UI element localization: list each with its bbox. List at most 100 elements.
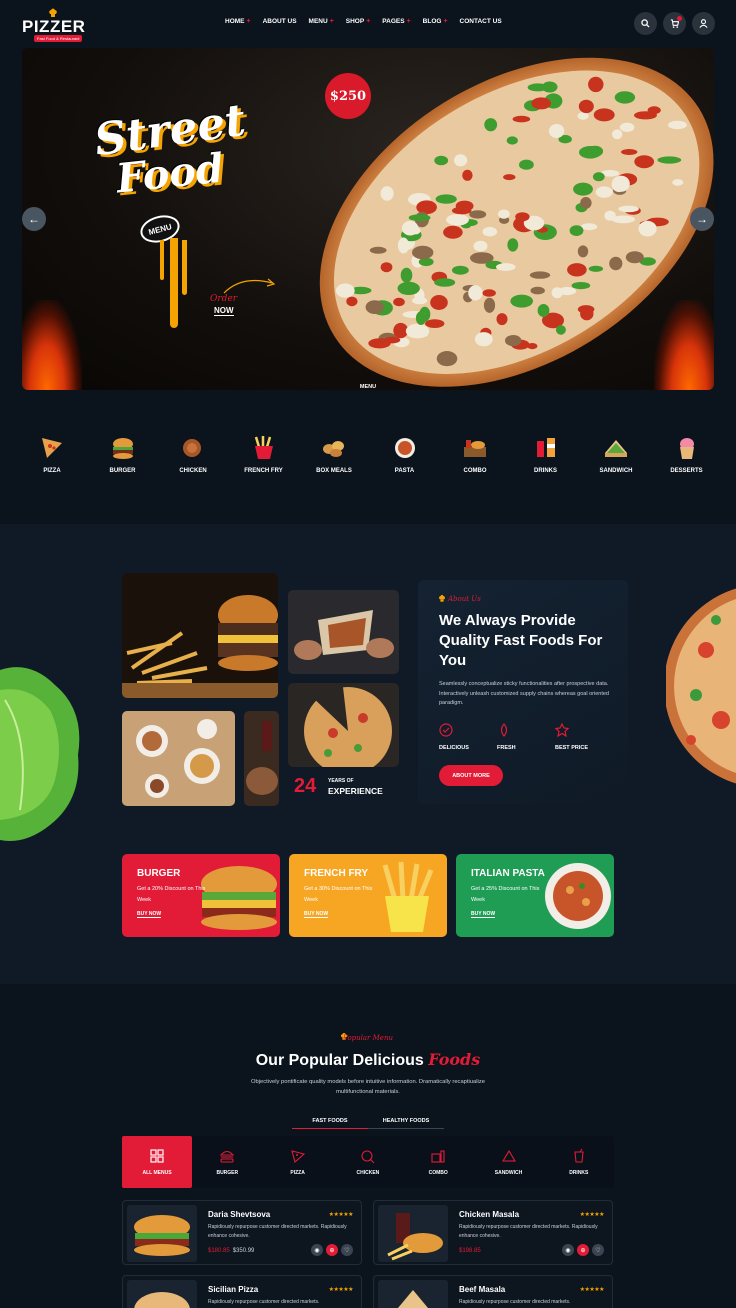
topping [541, 81, 558, 93]
dish-name[interactable]: Chicken Masala [459, 1210, 519, 1219]
menu-title: Our Popular Delicious Foods [0, 1050, 736, 1070]
site-header: PIZZER Fast Food & Restaurant HOME + ABOU… [0, 0, 736, 48]
topping [443, 225, 463, 239]
topping [672, 179, 684, 186]
topping [519, 159, 534, 170]
hero-prev-button[interactable]: ← [22, 207, 46, 231]
menu-tab-sandwich[interactable]: SANDWICH [474, 1136, 544, 1188]
about-more-button[interactable]: ABOUT MORE [439, 765, 503, 786]
logo[interactable]: PIZZER Fast Food & Restaurant [22, 8, 85, 42]
category-label: DESSERTS [670, 468, 703, 474]
add-to-cart-button[interactable]: ⊕ [326, 1244, 338, 1256]
arrow-left-icon: ← [28, 212, 40, 226]
category-burger[interactable]: BURGER [93, 435, 153, 474]
topping [668, 120, 687, 130]
fresh-icon [500, 723, 508, 737]
menu-tab-pizza[interactable]: PIZZA [263, 1136, 333, 1188]
about-kicker: About Us [448, 595, 481, 603]
promo-pasta-image [545, 863, 611, 929]
menu-tab-chicken[interactable]: CHICKEN [333, 1136, 403, 1188]
topping [335, 283, 355, 298]
nav-contact-us[interactable]: CONTACT US [460, 18, 502, 25]
category-combo[interactable]: COMBO [445, 435, 505, 474]
search-button[interactable] [634, 12, 657, 35]
topping [506, 136, 518, 145]
star-rating: ★★★★★ [328, 1212, 354, 1218]
hero-caption: MENU [359, 384, 377, 390]
topping [496, 263, 516, 271]
paint-drip [182, 240, 187, 295]
menu-tab-burger[interactable]: BURGER [192, 1136, 262, 1188]
photo-burger-fries [122, 573, 278, 698]
topping [468, 285, 483, 301]
nav-shop[interactable]: SHOP + [346, 18, 371, 25]
wishlist-button[interactable]: ♡ [592, 1244, 604, 1256]
topping [482, 289, 496, 297]
dish-name[interactable]: Sicilian Pizza [208, 1285, 258, 1294]
nav-pages[interactable]: PAGES + [382, 18, 410, 25]
menu-item-card[interactable]: Sicilian Pizza ★★★★★ Rapidiously repurpose… [122, 1275, 362, 1308]
menu-tab-label: CHICKEN [356, 1170, 380, 1176]
photo-wrap [288, 590, 399, 674]
promo-card-burger[interactable]: BURGER Get a 20% Discount on This Week B… [122, 854, 280, 937]
menu-tab-combo[interactable]: COMBO [403, 1136, 473, 1188]
category-pizza[interactable]: PIZZA [22, 435, 82, 474]
topping [638, 220, 657, 237]
table-spread-image [122, 711, 235, 806]
add-to-cart-button[interactable]: ⊕ [577, 1244, 589, 1256]
category-strip: PIZZA BURGER CHICKEN FRENCH FRY BOX MEALS PAS… [26, 435, 716, 485]
nav-home[interactable]: HOME + [225, 18, 251, 25]
dish-name[interactable]: Beef Masala [459, 1285, 505, 1294]
nav-menu[interactable]: MENU + [309, 18, 334, 25]
nav-about-us[interactable]: ABOUT US [263, 18, 297, 25]
category-box-meals[interactable]: BOX MEALS [304, 435, 364, 474]
tab-fast-foods[interactable]: FAST FOODS [292, 1118, 368, 1129]
buy-now-link[interactable]: BUY NOW [137, 911, 162, 918]
account-button[interactable] [692, 12, 715, 35]
promo-card-french-fry[interactable]: FRENCH FRY Get a 30% Discount on This We… [289, 854, 447, 937]
dish-name[interactable]: Daria Shevtsova [208, 1210, 270, 1219]
category-drinks[interactable]: DRINKS [516, 435, 576, 474]
pizza-icon [38, 435, 66, 461]
menu-tab-all-menus[interactable]: ALL MENUS [122, 1136, 192, 1188]
category-chicken[interactable]: CHICKEN [163, 435, 223, 474]
wishlist-button[interactable]: ♡ [341, 1244, 353, 1256]
dish-price: $180.85 $350.99 [208, 1248, 254, 1254]
category-pasta[interactable]: PASTA [375, 435, 435, 474]
topping [412, 245, 434, 260]
category-label: BOX MEALS [316, 468, 352, 474]
menu-tab-label: BURGER [216, 1170, 239, 1176]
cart-icon: ⊕ [329, 1247, 335, 1254]
cart-button[interactable] [663, 12, 686, 35]
topping [397, 281, 420, 295]
topping [384, 336, 401, 344]
nav-label: SHOP [345, 18, 365, 25]
menu-item-card[interactable]: Chicken Masala ★★★★★ Rapidiously repurpose… [373, 1200, 613, 1265]
curved-arrow-icon [223, 278, 276, 294]
chicken-icon [360, 1148, 376, 1164]
category-label: PASTA [394, 468, 415, 474]
menu-item-card[interactable]: Beef Masala ★★★★★ Rapidiously repurpose cu… [373, 1275, 613, 1308]
menu-tab-drinks[interactable]: DRINKS [544, 1136, 614, 1188]
hero-next-button[interactable]: → [690, 207, 714, 231]
topping [569, 225, 584, 237]
category-french-fry[interactable]: FRENCH FRY [234, 435, 294, 474]
order-now-link[interactable]: NOW [214, 306, 234, 316]
promo-card-italian-pasta[interactable]: ITALIAN PASTA Get a 25% Discount on This… [456, 854, 614, 937]
topping [530, 286, 545, 295]
topping [507, 238, 519, 252]
menu-category-tabs: ALL MENUS BURGER PIZZA CHICKEN COMBO SANDWICH… [122, 1136, 614, 1188]
category-desserts[interactable]: DESSERTS [657, 435, 717, 474]
tab-healthy-foods[interactable]: HEALTHY FOODS [368, 1118, 444, 1129]
topping [580, 307, 594, 321]
topping [577, 245, 589, 258]
view-button[interactable]: ◉ [311, 1244, 323, 1256]
menu-item-card[interactable]: Daria Shevtsova ★★★★★ Rapidiously repurpos… [122, 1200, 362, 1265]
buy-now-link[interactable]: BUY NOW [304, 911, 329, 918]
topping [496, 313, 508, 326]
view-button[interactable]: ◉ [562, 1244, 574, 1256]
experience-number: 24 [294, 775, 317, 797]
category-sandwich[interactable]: SANDWICH [586, 435, 646, 474]
nav-blog[interactable]: BLOG + [423, 18, 448, 25]
buy-now-link[interactable]: BUY NOW [471, 911, 496, 918]
